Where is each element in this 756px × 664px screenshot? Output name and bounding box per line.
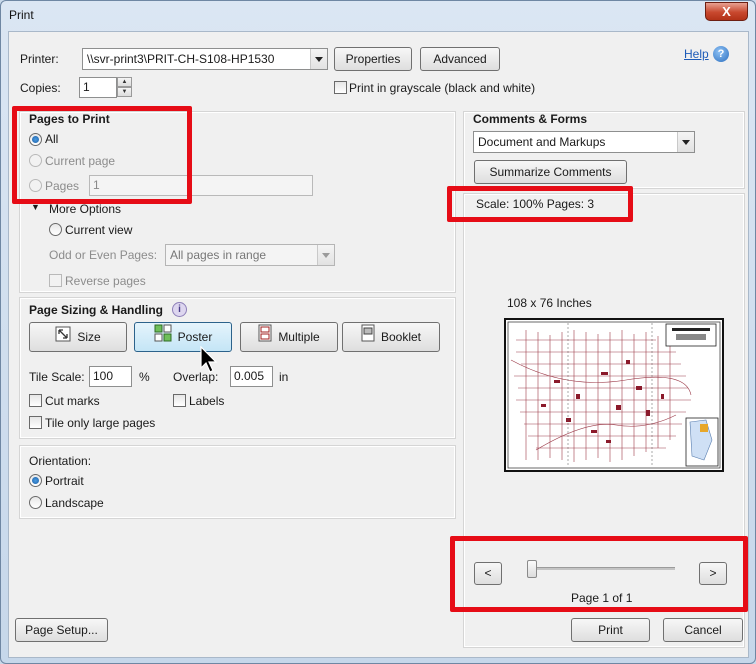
tile-large-checkbox[interactable] bbox=[29, 416, 42, 429]
chevron-down-icon bbox=[310, 49, 327, 69]
all-pages-label: All bbox=[45, 132, 59, 146]
help-link[interactable]: Help bbox=[684, 47, 709, 61]
labels-checkbox[interactable] bbox=[173, 394, 186, 407]
multiple-pages-icon bbox=[258, 324, 272, 352]
pages-range-radio[interactable] bbox=[29, 179, 42, 192]
reverse-pages-label: Reverse pages bbox=[65, 274, 146, 288]
printer-select[interactable]: \\svr-print3\PRIT-CH-S108-HP1530 bbox=[82, 48, 328, 70]
print-dialog: Print X Printer: \\svr-print3\PRIT-CH-S1… bbox=[0, 0, 756, 664]
tile-large-label: Tile only large pages bbox=[45, 416, 156, 430]
landscape-radio[interactable] bbox=[29, 496, 42, 509]
odd-even-select-value: All pages in range bbox=[170, 248, 267, 262]
printer-label: Printer: bbox=[20, 52, 59, 66]
next-page-button[interactable]: > bbox=[699, 562, 727, 585]
copies-down-button[interactable]: ▼ bbox=[117, 87, 132, 97]
overlap-input[interactable]: 0.005 bbox=[230, 366, 273, 387]
tile-scale-unit: % bbox=[139, 370, 150, 384]
overlap-label: Overlap: bbox=[173, 370, 219, 384]
tile-scale-input[interactable]: 100 bbox=[89, 366, 132, 387]
current-page-label: Current page bbox=[45, 154, 116, 168]
more-options-toggle[interactable]: More Options bbox=[49, 202, 121, 216]
booklet-icon bbox=[361, 324, 375, 352]
current-view-label: Current view bbox=[65, 223, 133, 237]
current-page-radio[interactable] bbox=[29, 154, 42, 167]
multiple-button-label: Multiple bbox=[278, 330, 320, 344]
dialog-client: Printer: \\svr-print3\PRIT-CH-S108-HP153… bbox=[8, 31, 749, 658]
cut-marks-label: Cut marks bbox=[45, 394, 100, 408]
page-indicator: Page 1 of 1 bbox=[571, 591, 633, 605]
close-button[interactable]: X bbox=[705, 2, 748, 21]
chevron-down-icon bbox=[317, 245, 334, 265]
info-icon[interactable]: i bbox=[172, 302, 187, 317]
comments-forms-title: Comments & Forms bbox=[473, 112, 588, 126]
orientation-title: Orientation: bbox=[29, 454, 92, 468]
odd-even-label: Odd or Even Pages: bbox=[49, 248, 158, 262]
properties-button[interactable]: Properties bbox=[334, 47, 412, 71]
page-setup-button[interactable]: Page Setup... bbox=[15, 618, 108, 642]
resize-arrows-icon bbox=[55, 324, 71, 352]
copies-input[interactable]: 1 bbox=[79, 77, 117, 98]
map-preview-image bbox=[504, 318, 724, 472]
comments-forms-select-value: Document and Markups bbox=[478, 135, 606, 149]
city-map-icon bbox=[507, 321, 721, 469]
pages-range-input[interactable]: 1 bbox=[89, 175, 313, 196]
odd-even-select[interactable]: All pages in range bbox=[165, 244, 335, 266]
reverse-pages-checkbox[interactable] bbox=[49, 274, 62, 287]
cancel-button[interactable]: Cancel bbox=[663, 618, 743, 642]
booklet-button[interactable]: Booklet bbox=[342, 322, 440, 352]
page-slider-thumb[interactable] bbox=[527, 560, 537, 578]
collapse-triangle-icon[interactable]: ▼ bbox=[31, 202, 40, 212]
pages-to-print-title: Pages to Print bbox=[29, 112, 110, 126]
cut-marks-checkbox[interactable] bbox=[29, 394, 42, 407]
portrait-radio[interactable] bbox=[29, 474, 42, 487]
all-pages-radio[interactable] bbox=[29, 133, 42, 146]
page-slider-track[interactable] bbox=[531, 567, 675, 570]
help-icon[interactable]: ? bbox=[713, 46, 729, 62]
advanced-button[interactable]: Advanced bbox=[420, 47, 500, 71]
booklet-button-label: Booklet bbox=[380, 330, 422, 344]
print-button[interactable]: Print bbox=[571, 618, 650, 642]
title-bar[interactable]: Print X bbox=[1, 1, 755, 31]
current-view-radio[interactable] bbox=[49, 223, 62, 236]
poster-button-label: Poster bbox=[177, 330, 213, 344]
overlap-unit: in bbox=[279, 370, 289, 384]
prev-page-button[interactable]: < bbox=[474, 562, 502, 585]
chevron-down-icon bbox=[677, 132, 694, 152]
size-button-label: Size bbox=[77, 330, 101, 344]
tile-scale-label: Tile Scale: bbox=[29, 370, 85, 384]
multiple-button[interactable]: Multiple bbox=[240, 322, 338, 352]
printer-select-value: \\svr-print3\PRIT-CH-S108-HP1530 bbox=[87, 52, 275, 66]
grayscale-label: Print in grayscale (black and white) bbox=[349, 81, 536, 95]
labels-label: Labels bbox=[189, 394, 225, 408]
page-sizing-title: Page Sizing & Handling bbox=[29, 303, 164, 317]
scale-pages-text: Scale: 100% Pages: 3 bbox=[476, 197, 595, 211]
grayscale-checkbox[interactable] bbox=[334, 81, 347, 94]
summarize-comments-button[interactable]: Summarize Comments bbox=[474, 160, 627, 184]
poster-tiles-icon bbox=[154, 324, 172, 352]
size-button[interactable]: Size bbox=[29, 322, 127, 352]
pages-range-label: Pages bbox=[45, 179, 80, 193]
landscape-label: Landscape bbox=[45, 496, 104, 510]
portrait-label: Portrait bbox=[45, 474, 84, 488]
paper-size-text: 108 x 76 Inches bbox=[507, 296, 592, 310]
copies-label: Copies: bbox=[20, 81, 61, 95]
window-title: Print bbox=[9, 8, 34, 22]
comments-forms-select[interactable]: Document and Markups bbox=[473, 131, 695, 153]
copies-up-button[interactable]: ▲ bbox=[117, 77, 132, 87]
